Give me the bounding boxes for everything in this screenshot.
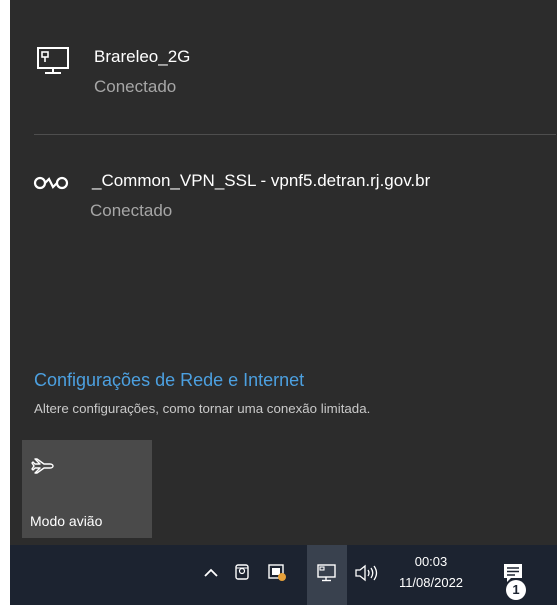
network-name: Brareleo_2G — [94, 47, 191, 66]
taskbar: 00:03 11/08/2022 — [10, 545, 557, 605]
network-settings-link[interactable]: Configurações de Rede e Internet — [34, 370, 304, 391]
app-tray-icon[interactable] — [267, 562, 287, 587]
divider — [34, 134, 556, 135]
network-status: Conectado — [94, 77, 177, 96]
volume-icon[interactable] — [354, 563, 378, 588]
notification-count-badge: 1 — [506, 580, 526, 600]
network-settings-description: Altere configurações, como tornar uma co… — [34, 401, 371, 416]
vpn-icon — [32, 170, 72, 204]
network-item-vpn[interactable]: _Common_VPN_SSL - vpnf5.detran.rj.gov.br… — [10, 140, 557, 240]
clock-date[interactable]: 11/08/2022 — [386, 575, 476, 590]
chevron-up-icon[interactable] — [203, 565, 219, 586]
network-name: _Common_VPN_SSL - vpnf5.detran.rj.gov.br — [92, 171, 431, 190]
ethernet-monitor-icon — [34, 44, 74, 78]
airplane-mode-tile[interactable]: Modo avião — [22, 440, 152, 538]
clock-time[interactable]: 00:03 — [400, 554, 462, 569]
network-icon[interactable] — [316, 563, 338, 588]
network-status: Conectado — [90, 201, 173, 220]
camera-icon[interactable] — [234, 562, 252, 587]
network-item-brareleo[interactable]: Brareleo_2G Conectado — [10, 0, 557, 134]
airplane-icon — [30, 452, 56, 483]
airplane-mode-label: Modo avião — [30, 513, 103, 529]
